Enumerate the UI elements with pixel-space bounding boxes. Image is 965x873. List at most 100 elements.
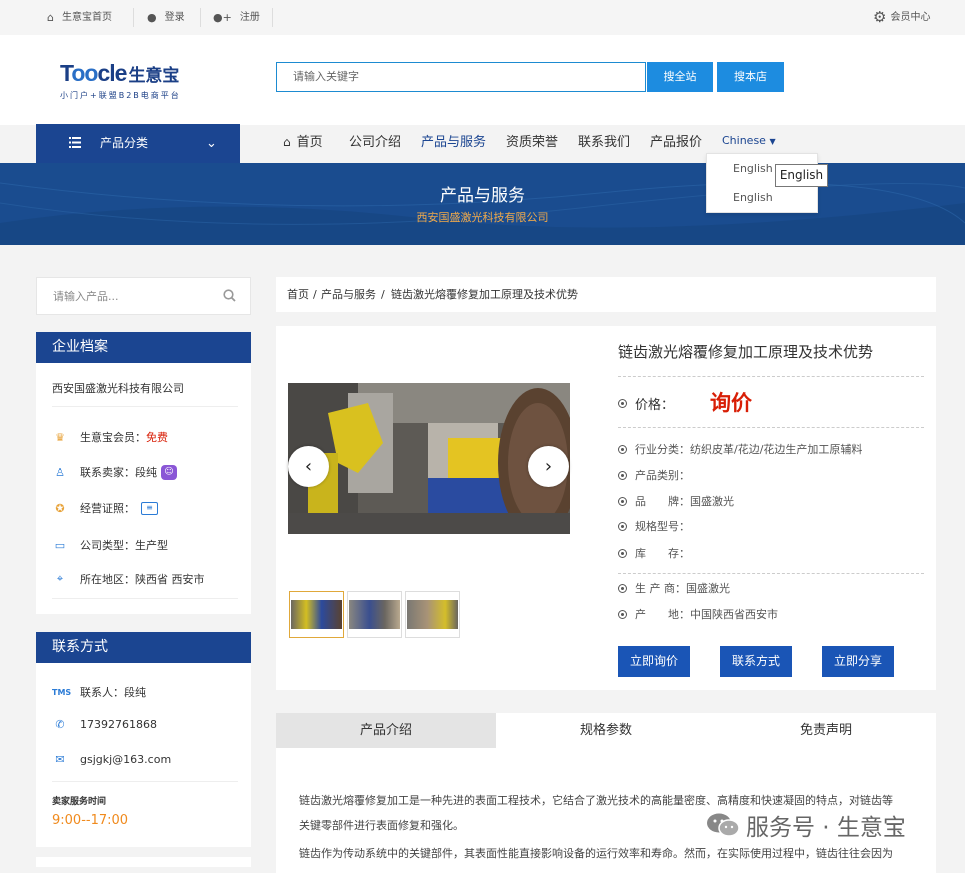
- bullet-icon: [618, 399, 627, 408]
- service-hours: 9:00--17:00: [52, 813, 129, 828]
- profile-heading: 企业档案: [36, 332, 251, 363]
- product-category-menu[interactable]: 产品分类 ⌄: [36, 124, 240, 163]
- divider: [272, 8, 273, 27]
- chat-icon[interactable]: ☺: [161, 464, 177, 480]
- next-card: [36, 857, 251, 867]
- attr-stock: 库 存：: [618, 545, 690, 561]
- language-option[interactable]: English: [733, 191, 773, 204]
- product-photo: [288, 383, 570, 534]
- description-line: 链齿激光熔覆修复加工是一种先进的表面工程技术，它结合了激光技术的高能量密度、高精…: [299, 794, 893, 807]
- share-now-button[interactable]: 立即分享: [822, 646, 894, 677]
- attr-category: 产品类别：: [618, 467, 690, 483]
- tms-icon: TMS: [52, 687, 72, 697]
- phone-icon: ✆: [55, 718, 65, 731]
- home-icon: ⌂: [283, 135, 291, 149]
- search-all-button[interactable]: 搜全站: [647, 62, 713, 92]
- home-icon: ⌂: [47, 11, 54, 24]
- bullet-icon: [618, 548, 627, 558]
- divider: [133, 8, 134, 27]
- home-link[interactable]: ⌂ 生意宝首页: [47, 0, 112, 35]
- chevron-down-icon: ⌄: [206, 136, 217, 151]
- company-name: 西安国盛激光科技有限公司: [52, 382, 184, 395]
- breadcrumb-current: 链齿激光熔覆修复加工原理及技术优势: [391, 288, 578, 301]
- caret-down-icon: ▼: [769, 137, 776, 146]
- certificate-icon[interactable]: ≡: [141, 501, 158, 515]
- contact-button[interactable]: 联系方式: [720, 646, 792, 677]
- service-hours-label: 卖家服务时间: [52, 797, 107, 807]
- gear-icon: ⚙: [873, 8, 887, 26]
- attr-manufacturer: 生 产 商：国盛激光: [618, 580, 730, 596]
- description-line: 链齿作为传动系统中的关键部件，其表面性能直接影响设备的运行效率和寿命。然而，在实…: [299, 847, 893, 860]
- bullet-icon: [618, 496, 627, 506]
- email-row[interactable]: ✉ gsjgkj@163.com: [52, 753, 171, 766]
- badge-icon: ✪: [55, 501, 65, 515]
- user-icon: ●: [147, 11, 157, 24]
- bullet-icon: [618, 521, 627, 531]
- nav-qualifications[interactable]: 资质荣誉: [506, 124, 558, 161]
- divider: [52, 781, 238, 782]
- crown-icon: ♛: [55, 430, 65, 444]
- product-image[interactable]: [288, 383, 570, 534]
- nav-contact[interactable]: 联系我们: [578, 124, 630, 161]
- register-link[interactable]: ●+ 注册: [213, 0, 260, 35]
- search-input[interactable]: 请输入关键字: [276, 62, 646, 92]
- breadcrumb: 首页 / 产品与服务 / 链齿激光熔覆修复加工原理及技术优势: [276, 277, 936, 312]
- bullet-icon: [618, 444, 627, 454]
- product-search-box[interactable]: 请输入产品...: [36, 277, 251, 315]
- watermark: 服务号 · 生意宝: [706, 808, 906, 842]
- next-image-button[interactable]: ›: [528, 446, 569, 487]
- phone-row[interactable]: ✆ 17392761868: [52, 718, 157, 731]
- divider: [52, 598, 238, 599]
- divider: [200, 8, 201, 27]
- attr-model: 规格型号：: [618, 518, 690, 534]
- tab-specs[interactable]: 规格参数: [496, 713, 716, 748]
- seller-row: ♙ 联系卖家： 段纯 ☺: [52, 464, 177, 480]
- breadcrumb-home[interactable]: 首页: [287, 277, 309, 312]
- attr-industry: 行业分类：纺织皮革/花边/花边生产加工原辅料: [618, 441, 862, 457]
- divider: [618, 573, 924, 574]
- banner-company: 西安国盛激光科技有限公司: [416, 211, 549, 224]
- contact-heading: 联系方式: [36, 632, 251, 663]
- description-line: 关键零部件进行表面修复和强化。: [299, 819, 464, 832]
- wechat-icon: [706, 812, 740, 838]
- mail-icon: ✉: [55, 753, 65, 766]
- region-row: ⌖ 所在地区： 陕西省 西安市: [52, 571, 205, 587]
- thumbnail[interactable]: [289, 591, 344, 638]
- nav-home[interactable]: ⌂ 首页: [283, 124, 323, 161]
- divider: [618, 376, 924, 377]
- nav-products-services[interactable]: 产品与服务: [421, 124, 486, 161]
- attr-origin: 产 地：中国陕西省西安市: [618, 606, 778, 622]
- language-option[interactable]: English: [733, 162, 773, 175]
- login-link[interactable]: ● 登录: [147, 0, 185, 35]
- divider: [52, 406, 238, 407]
- tab-product-intro[interactable]: 产品介绍: [276, 713, 496, 748]
- prev-image-button[interactable]: ‹: [288, 446, 329, 487]
- inquire-now-button[interactable]: 立即询价: [618, 646, 690, 677]
- contact-person-row: TMS 联系人：段纯: [52, 686, 146, 699]
- product-title: 链齿激光熔覆修复加工原理及技术优势: [618, 343, 874, 361]
- chat-bubble-icon: ▭: [54, 538, 66, 552]
- license-row: ✪ 经营证照： ≡: [52, 500, 158, 516]
- tab-disclaimer[interactable]: 免责声明: [716, 713, 936, 748]
- site-logo[interactable]: Toocle 生意宝 小门户+联盟B2B电商平台: [60, 60, 220, 102]
- bullet-icon: [618, 609, 627, 619]
- search-store-button[interactable]: 搜本店: [717, 62, 784, 92]
- bullet-icon: [618, 583, 627, 593]
- add-user-icon: ●+: [213, 11, 232, 24]
- attr-brand: 品 牌：国盛激光: [618, 493, 734, 509]
- member-center-link[interactable]: ⚙ 会员中心: [873, 0, 930, 35]
- member-row: ♛ 生意宝会员： 免费: [52, 429, 168, 445]
- nav-company-intro[interactable]: 公司介绍: [349, 124, 401, 161]
- price-label: 价格：: [618, 394, 674, 413]
- bullet-icon: [618, 470, 627, 480]
- search-icon[interactable]: [223, 289, 236, 305]
- price-value: 询价: [710, 391, 752, 415]
- nav-quotation[interactable]: 产品报价: [650, 124, 702, 161]
- divider: [618, 427, 924, 428]
- location-pin-icon: ⌖: [56, 572, 64, 585]
- tooltip: English: [775, 164, 828, 187]
- thumbnail[interactable]: [405, 591, 460, 638]
- company-type-row: ▭ 公司类型： 生产型: [52, 537, 168, 553]
- breadcrumb-section[interactable]: 产品与服务: [321, 277, 376, 312]
- thumbnail[interactable]: [347, 591, 402, 638]
